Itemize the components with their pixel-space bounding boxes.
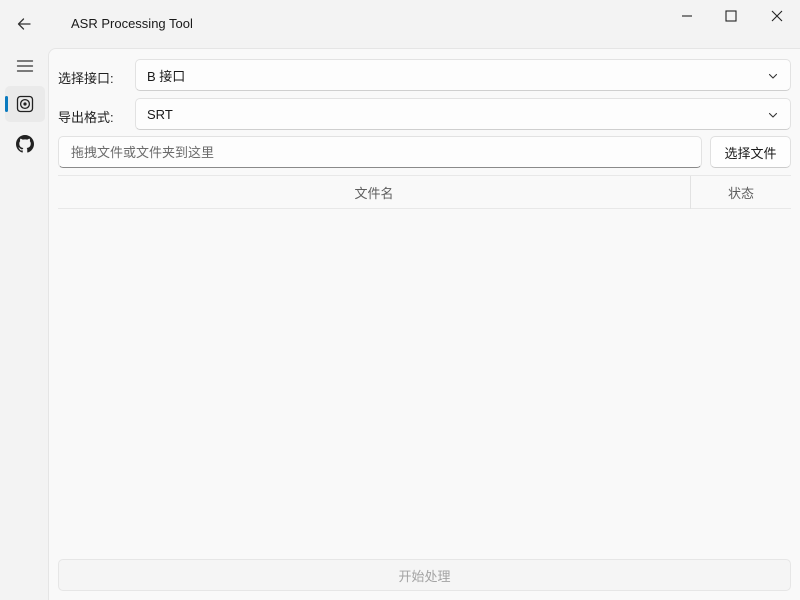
interface-select-value: B 接口 — [147, 68, 186, 84]
chevron-down-icon — [768, 112, 778, 118]
minimize-icon — [682, 15, 692, 17]
nav-item-github[interactable] — [5, 126, 45, 162]
navigation-sidebar — [0, 48, 48, 600]
column-header-status[interactable]: 状态 — [691, 176, 791, 209]
file-table: 文件名 状态 — [58, 175, 791, 551]
hamburger-menu-icon — [16, 60, 34, 72]
maximize-icon — [725, 10, 737, 22]
choose-file-button[interactable]: 选择文件 — [710, 136, 791, 168]
arrow-left-icon — [17, 18, 31, 30]
table-header: 文件名 状态 — [58, 175, 791, 209]
nav-item-asr[interactable] — [5, 86, 45, 122]
chevron-down-icon — [768, 73, 778, 79]
nav-selected-indicator — [5, 96, 8, 112]
title-bar: ASR Processing Tool — [0, 0, 800, 48]
format-label: 导出格式: — [58, 110, 114, 125]
minimize-button[interactable] — [664, 0, 710, 32]
interface-select[interactable]: B 接口 — [135, 59, 791, 91]
record-circle-icon — [16, 95, 34, 113]
maximize-button[interactable] — [708, 0, 754, 32]
format-select-value: SRT — [147, 106, 173, 122]
close-button[interactable] — [754, 0, 800, 32]
close-icon — [771, 10, 783, 22]
column-header-filename[interactable]: 文件名 — [58, 176, 690, 209]
table-body[interactable] — [58, 209, 791, 551]
back-button[interactable] — [8, 8, 40, 40]
nav-menu-toggle[interactable] — [5, 48, 45, 84]
format-select[interactable]: SRT — [135, 98, 791, 130]
file-drop-input[interactable] — [58, 136, 702, 168]
interface-label: 选择接口: — [58, 71, 114, 86]
app-title: ASR Processing Tool — [71, 16, 193, 31]
github-icon — [16, 135, 34, 153]
start-processing-button[interactable]: 开始处理 — [58, 559, 791, 591]
main-content: 选择接口: B 接口 导出格式: SRT 选择文件 文件名 状态 开始处理 — [48, 48, 800, 600]
